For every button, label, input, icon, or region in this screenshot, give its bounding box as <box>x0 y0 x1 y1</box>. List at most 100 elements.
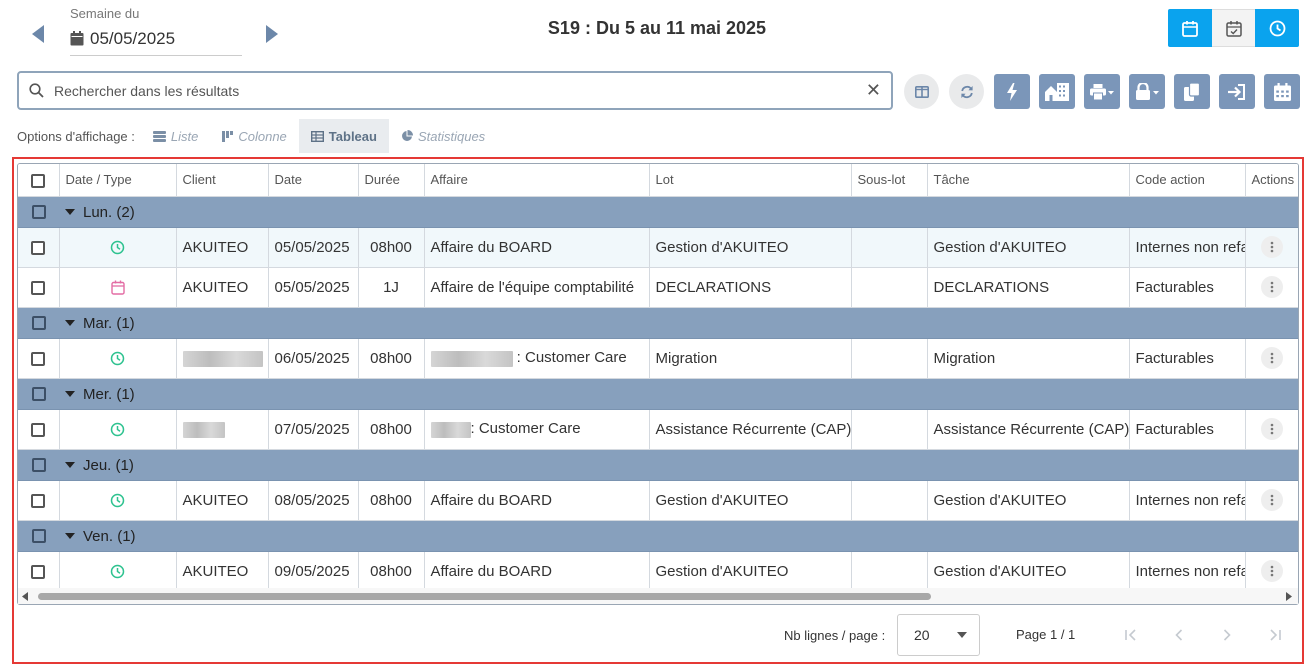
last-page-button[interactable] <box>1264 624 1286 646</box>
group-row-vendredi[interactable]: Ven. (1) <box>18 520 1298 552</box>
date-cell: 07/05/2025 <box>268 409 359 450</box>
scrollbar-thumb[interactable] <box>38 593 931 600</box>
next-week-button[interactable] <box>265 24 281 44</box>
type-cell <box>59 227 177 268</box>
row-actions-button[interactable] <box>1245 338 1298 379</box>
organization-button[interactable] <box>1039 74 1075 109</box>
print-menu-button[interactable] <box>1084 74 1120 109</box>
table-row[interactable]: AKUITEO 09/05/2025 08h00 Affaire du BOAR… <box>18 551 1298 592</box>
group-checkbox[interactable] <box>18 307 59 339</box>
refresh-button[interactable] <box>949 74 984 109</box>
print-dropdown-icon <box>1090 83 1114 100</box>
table-row[interactable]: 07/05/2025 08h00 : Customer Care Assista… <box>18 409 1298 450</box>
list-icon <box>152 130 166 142</box>
column-header-lot[interactable]: Lot <box>649 164 852 197</box>
date-cell: 05/05/2025 <box>268 267 359 308</box>
triangle-left-icon <box>32 25 44 43</box>
row-actions-button[interactable] <box>1245 267 1298 308</box>
select-all-checkbox[interactable] <box>18 164 60 197</box>
view-calendar-check-button[interactable] <box>1211 9 1256 47</box>
row-checkbox[interactable] <box>18 267 60 308</box>
date-cell: 08/05/2025 <box>268 480 359 521</box>
first-page-button[interactable] <box>1120 624 1142 646</box>
column-header-date-type[interactable]: Date / Type <box>59 164 177 197</box>
client-cell: AKUITEO <box>176 227 269 268</box>
table-row[interactable]: AKUITEO 05/05/2025 08h00 Affaire du BOAR… <box>18 227 1298 268</box>
view-clock-button[interactable] <box>1255 9 1299 47</box>
page-size-select[interactable]: 20 <box>897 614 980 656</box>
affaire-cell: Affaire du BOARD <box>424 551 650 592</box>
duree-cell: 08h00 <box>358 551 425 592</box>
horizontal-scrollbar[interactable] <box>18 588 1298 604</box>
caret-down-icon[interactable] <box>65 533 75 540</box>
view-calendar-button[interactable] <box>1168 9 1212 47</box>
caret-down-icon[interactable] <box>65 209 75 216</box>
duree-cell: 1J <box>358 267 425 308</box>
column-header-date[interactable]: Date <box>268 164 359 197</box>
group-row-mercredi[interactable]: Mer. (1) <box>18 378 1298 410</box>
option-tableau[interactable]: Tableau <box>298 119 389 153</box>
more-vertical-icon <box>1270 281 1273 293</box>
table-row[interactable]: AKUITEO 08/05/2025 08h00 Affaire du BOAR… <box>18 480 1298 521</box>
column-header-duree[interactable]: Durée <box>358 164 425 197</box>
row-checkbox[interactable] <box>18 551 60 592</box>
group-checkbox[interactable] <box>18 196 59 228</box>
row-actions-button[interactable] <box>1245 551 1298 592</box>
type-cell <box>59 267 177 308</box>
caret-down-icon[interactable] <box>65 320 75 327</box>
lock-dropdown-icon <box>1136 83 1159 100</box>
sous-lot-cell <box>851 551 928 592</box>
option-colonne[interactable]: Colonne <box>210 119 298 153</box>
redacted-affaire <box>430 350 513 367</box>
group-row-jeudi[interactable]: Jeu. (1) <box>18 449 1298 481</box>
planning-button[interactable] <box>1264 74 1300 109</box>
quick-action-button[interactable] <box>994 74 1030 109</box>
row-checkbox[interactable] <box>18 227 60 268</box>
duplicate-button[interactable] <box>1174 74 1210 109</box>
type-cell <box>59 551 177 592</box>
column-header-code-action[interactable]: Code action <box>1129 164 1246 197</box>
option-liste[interactable]: Liste <box>141 119 210 153</box>
caret-down-icon[interactable] <box>65 462 75 469</box>
row-actions-button[interactable] <box>1245 409 1298 450</box>
next-page-button[interactable] <box>1216 624 1238 646</box>
lot-cell: Gestion d'AKUITEO <box>649 480 852 521</box>
lock-menu-button[interactable] <box>1129 74 1165 109</box>
clock-icon <box>110 240 125 255</box>
row-checkbox[interactable] <box>18 338 60 379</box>
row-actions-button[interactable] <box>1245 227 1298 268</box>
table-row[interactable]: AKUITEO 05/05/2025 1J Affaire de l'équip… <box>18 267 1298 308</box>
lot-cell: Gestion d'AKUITEO <box>649 551 852 592</box>
column-header-sous-lot[interactable]: Sous-lot <box>851 164 928 197</box>
column-header-client[interactable]: Client <box>176 164 269 197</box>
table-row[interactable]: 06/05/2025 08h00 : Customer Care Migrati… <box>18 338 1298 379</box>
option-statistiques[interactable]: Statistiques <box>389 119 497 153</box>
caret-down-icon[interactable] <box>65 391 75 398</box>
scroll-left-icon[interactable] <box>22 592 28 601</box>
redacted-client <box>182 421 225 438</box>
previous-week-button[interactable] <box>31 24 47 44</box>
row-actions-button[interactable] <box>1245 480 1298 521</box>
column-header-tache[interactable]: Tâche <box>927 164 1130 197</box>
group-row-mardi[interactable]: Mar. (1) <box>18 307 1298 339</box>
prev-page-button[interactable] <box>1168 624 1190 646</box>
duree-cell: 08h00 <box>358 409 425 450</box>
import-button[interactable] <box>1219 74 1255 109</box>
group-checkbox[interactable] <box>18 520 59 552</box>
search-input[interactable] <box>52 81 866 100</box>
row-checkbox[interactable] <box>18 409 60 450</box>
page-info: Page 1 / 1 <box>1016 627 1076 642</box>
clear-search-button[interactable]: ✕ <box>866 80 881 101</box>
column-header-affaire[interactable]: Affaire <box>424 164 650 197</box>
sous-lot-cell <box>851 409 928 450</box>
week-date-field[interactable]: 05/05/2025 <box>70 22 242 56</box>
sous-lot-cell <box>851 338 928 379</box>
scroll-right-icon[interactable] <box>1286 592 1292 601</box>
group-row-lundi[interactable]: Lun. (2) <box>18 196 1298 228</box>
row-checkbox[interactable] <box>18 480 60 521</box>
group-checkbox[interactable] <box>18 449 59 481</box>
duree-cell: 08h00 <box>358 338 425 379</box>
lot-cell: DECLARATIONS <box>649 267 852 308</box>
group-checkbox[interactable] <box>18 378 59 410</box>
columns-toggle-button[interactable] <box>904 74 939 109</box>
